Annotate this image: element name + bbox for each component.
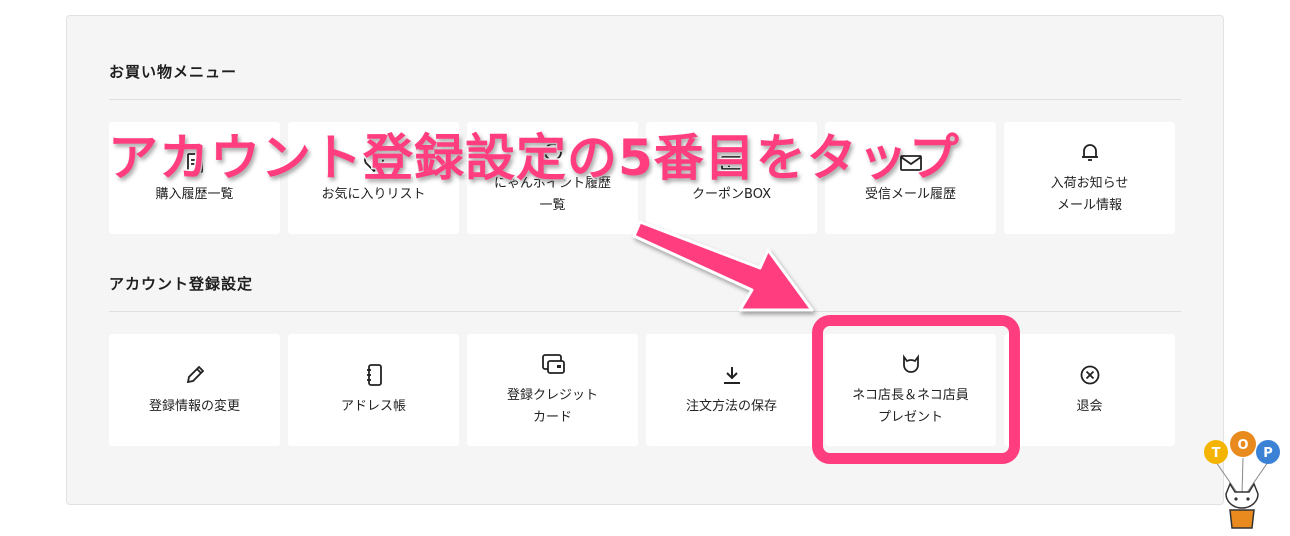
tutorial-banner: アカウント登録設定の5番目をタップ [107, 128, 961, 189]
menu-card-label: 登録情報の変更 [148, 399, 240, 414]
balloon-letter: T [1212, 446, 1221, 461]
menu-card-label: 注文方法の保存 [685, 399, 777, 414]
menu-card-label: 入荷お知らせ メール情報 [1050, 176, 1129, 213]
menu-card-withdraw[interactable]: 退会 [1004, 334, 1175, 446]
credit-card-icon [540, 351, 566, 377]
bell-icon [1079, 139, 1101, 165]
menu-card-credit-card[interactable]: 登録クレジット カード [467, 334, 638, 446]
close-circle-icon [1079, 362, 1101, 388]
account-settings-title: アカウント登録設定 [109, 275, 254, 293]
menu-card-save-order-method[interactable]: 注文方法の保存 [646, 334, 817, 446]
shopping-menu-divider [109, 99, 1181, 100]
pencil-icon [184, 362, 206, 388]
menu-card-label: ネコ店長＆ネコ店員 プレゼント [852, 388, 969, 425]
menu-card-edit-registration[interactable]: 登録情報の変更 [109, 334, 280, 446]
download-icon [721, 362, 743, 388]
balloon-t: T [1204, 440, 1228, 464]
menu-card-cat-manager-present[interactable]: ネコ店長＆ネコ店員 プレゼント [825, 334, 996, 446]
balloon-letter: P [1263, 446, 1273, 461]
back-to-top-mascot[interactable]: T O P [1202, 428, 1282, 530]
menu-card-label: 退会 [1076, 399, 1103, 414]
menu-card-label: アドレス帳 [340, 399, 406, 414]
balloon-letter: O [1237, 438, 1248, 453]
menu-card-label: 登録クレジット カード [506, 388, 598, 425]
menu-card-address-book[interactable]: アドレス帳 [288, 334, 459, 446]
balloon-p: P [1256, 440, 1280, 464]
shopping-menu-title: お買い物メニュー [109, 63, 238, 81]
pointer-arrow [632, 220, 814, 312]
cat-icon [899, 351, 923, 377]
menu-card-restock-notice[interactable]: 入荷お知らせ メール情報 [1004, 122, 1175, 234]
address-book-icon [364, 362, 384, 388]
balloon-o: O [1230, 431, 1256, 457]
account-settings-grid: 登録情報の変更 アドレス帳 登録クレジット カード 注文方法の保存 ネコ店長＆ネ… [109, 334, 1175, 446]
